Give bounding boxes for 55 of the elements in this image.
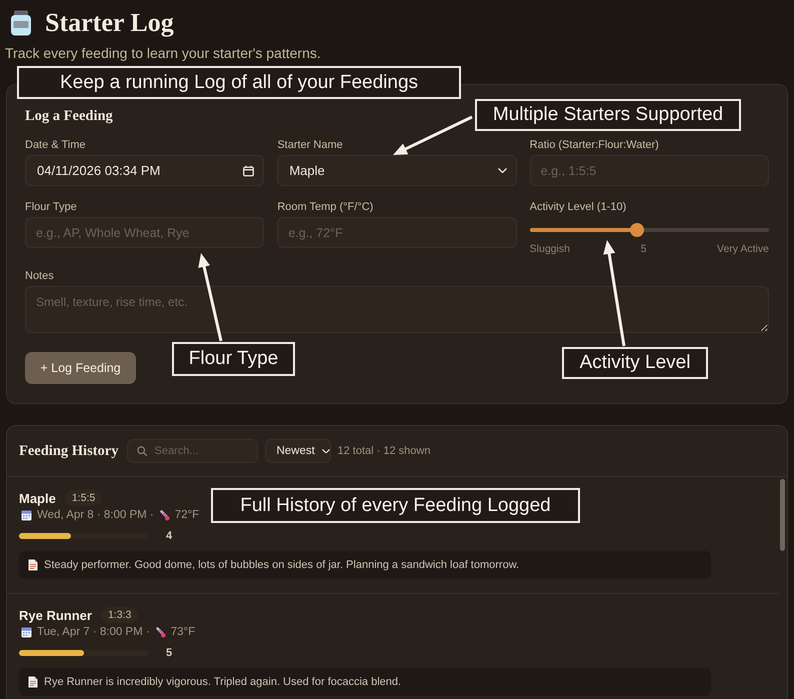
room-temp: 73°F bbox=[170, 626, 196, 638]
field-label: Flour Type bbox=[25, 201, 77, 214]
search-icon bbox=[137, 446, 148, 456]
field-label: Ratio (Starter:Flour:Water) bbox=[530, 139, 659, 152]
chevron-down-icon bbox=[498, 168, 507, 174]
scale-max-label: Very Active bbox=[717, 243, 769, 255]
slider-value: 5 bbox=[640, 243, 646, 255]
feeding-date: Tue, Apr 7 · 8:00 PM · bbox=[37, 626, 150, 638]
text-field[interactable]: e.g., 1:5:5 bbox=[530, 155, 769, 186]
field-label: Room Temp (°F/°C) bbox=[277, 201, 374, 214]
callout-label: Flour Type bbox=[172, 342, 295, 376]
callout-label: Full History of every Feeding Logged bbox=[211, 488, 580, 523]
field-label: Activity Level (1-10) bbox=[530, 201, 626, 214]
document-icon bbox=[28, 676, 38, 688]
scrollbar-thumb[interactable] bbox=[780, 479, 785, 551]
ratio-tag: 1:3:3 bbox=[100, 607, 138, 623]
text-field[interactable]: e.g., 72°F bbox=[277, 217, 517, 248]
calendar-icon bbox=[21, 510, 32, 520]
scale-min-label: Sluggish bbox=[530, 243, 570, 255]
callout-label: Activity Level bbox=[562, 347, 708, 379]
log-feeding-button[interactable]: + Log Feeding bbox=[25, 352, 136, 384]
callout-label: Multiple Starters Supported bbox=[475, 99, 741, 131]
activity-slider[interactable] bbox=[530, 223, 769, 237]
room-temp: 72°F bbox=[174, 509, 200, 521]
app-subtitle: Track every feeding to learn your starter's patterns. bbox=[5, 45, 321, 61]
calendar-icon bbox=[21, 626, 32, 638]
field-label: Date & Time bbox=[25, 139, 86, 152]
search-field[interactable]: Search... bbox=[127, 439, 258, 463]
starter-name: Maple bbox=[19, 490, 56, 506]
document-icon bbox=[28, 559, 38, 571]
feeding-notes: Rye Runner is incredibly vigorous. Tripled again. Used for focaccia blend. bbox=[44, 676, 402, 688]
thermometer-icon bbox=[154, 626, 166, 638]
slider-thumb[interactable] bbox=[630, 223, 644, 237]
starter-select[interactable]: Maple bbox=[277, 155, 517, 186]
calendar-icon[interactable] bbox=[243, 165, 254, 176]
text-field[interactable]: e.g., AP, Whole Wheat, Rye bbox=[25, 217, 264, 248]
activity-value: 5 bbox=[166, 647, 172, 659]
sort-select[interactable]: Newest bbox=[265, 439, 332, 463]
feeding-notes: Steady performer. Good dome, lots of bubbles on sides of jar. Planning a sandwich loaf tomorrow. bbox=[44, 559, 520, 571]
thermometer-icon bbox=[158, 510, 170, 520]
entry-count: 12 total · 12 shown bbox=[337, 445, 430, 457]
callout-label: Keep a running Log of all of your Feedings bbox=[17, 66, 461, 99]
field-label: Notes bbox=[25, 270, 54, 283]
date-time-field[interactable]: 04/11/2026 03:34 PM bbox=[25, 155, 264, 186]
app-title: Starter Log bbox=[45, 8, 174, 38]
card-title: Feeding History bbox=[19, 442, 118, 460]
chevron-down-icon bbox=[322, 448, 330, 454]
card-title: Log a Feeding bbox=[25, 107, 113, 125]
field-label: Starter Name bbox=[277, 139, 343, 152]
ratio-tag: 1:5:5 bbox=[64, 490, 102, 506]
feeding-date: Wed, Apr 8 · 8:00 PM · bbox=[37, 509, 154, 521]
activity-value: 4 bbox=[166, 530, 172, 542]
notes-field[interactable]: Smell, texture, rise time, etc. bbox=[25, 286, 769, 333]
jar-icon bbox=[10, 10, 32, 36]
starter-name: Rye Runner bbox=[19, 608, 92, 622]
